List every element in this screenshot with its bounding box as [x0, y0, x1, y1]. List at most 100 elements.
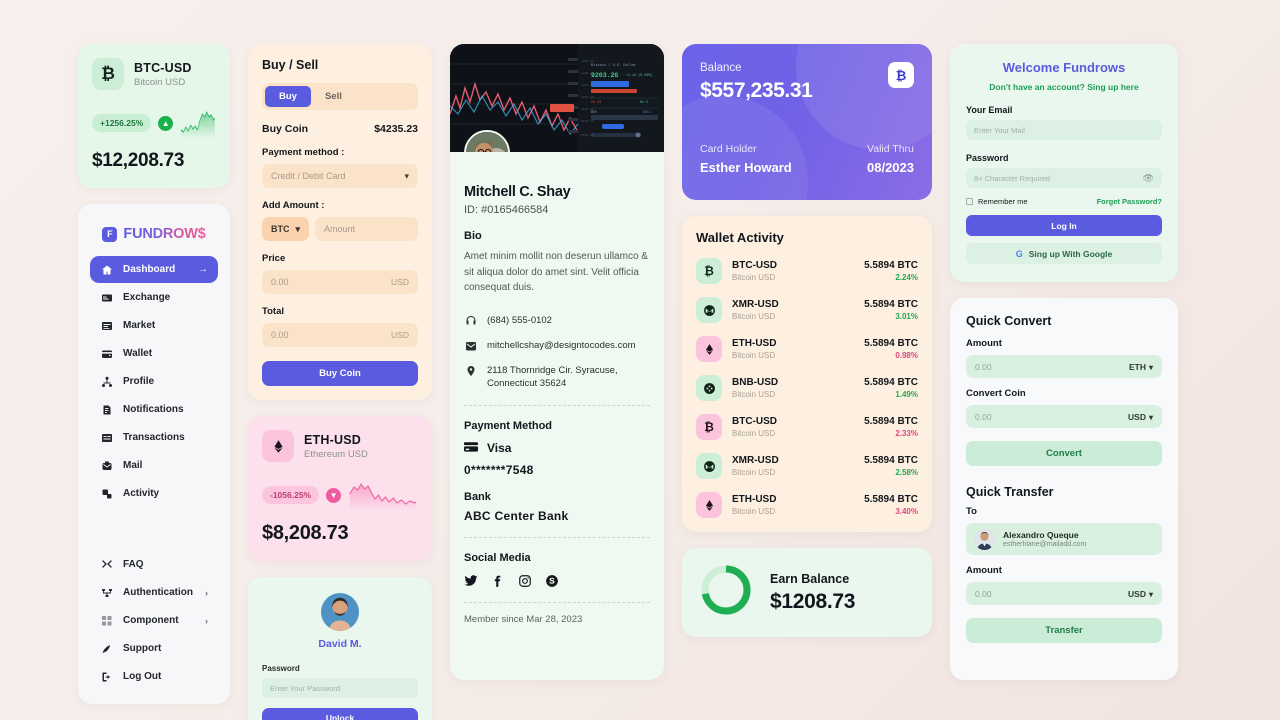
- list-item[interactable]: XMR-USD Bitcoin USD 5.5894 BTC 2.58%: [696, 453, 918, 479]
- list-item[interactable]: ₿ BTC-USD Bitcoin USD 5.5894 BTC 2.24%: [696, 258, 918, 284]
- sidebar-item-dashboard[interactable]: Dashboard →: [90, 256, 218, 283]
- list-item-symbol: XMR-USD: [732, 455, 779, 466]
- authentication-icon: [100, 586, 113, 599]
- sidebar-item-wallet[interactable]: Wallet: [90, 340, 218, 367]
- notifications-icon: [100, 403, 113, 416]
- instagram-icon[interactable]: [518, 574, 532, 588]
- faq-icon: [100, 558, 113, 571]
- list-item-change: 2.58%: [895, 468, 918, 477]
- email-field[interactable]: Enter Your Mail: [966, 120, 1162, 140]
- skype-icon[interactable]: [545, 574, 559, 588]
- coin-card-stats: -1056.25% ▼: [262, 480, 418, 510]
- sidebar-item-market[interactable]: Market: [90, 312, 218, 339]
- sidebar-item-support[interactable]: Support: [90, 635, 218, 662]
- coin-symbol: BTC-USD: [134, 60, 192, 75]
- buy-coin-row: Buy Coin $4235.23: [262, 123, 418, 135]
- currency-select[interactable]: BTC ▾: [262, 217, 310, 241]
- list-item[interactable]: XMR-USD Bitcoin USD 5.5894 BTC 3.01%: [696, 297, 918, 323]
- convert-amount-input[interactable]: 0.00 ETH ▾: [966, 355, 1162, 378]
- sidebar-item-mail[interactable]: Mail: [90, 452, 218, 479]
- sidebar-item-label: Exchange: [123, 292, 171, 303]
- total-input[interactable]: 0.00 USD: [262, 323, 418, 347]
- sidebar-nav: Dashboard → Exchange Market Wallet Profi…: [90, 256, 218, 690]
- eye-off-icon[interactable]: 👁: [1143, 173, 1154, 184]
- avatar: [321, 593, 359, 631]
- list-item[interactable]: ₿ BTC-USD Bitcoin USD 5.5894 BTC 2.33%: [696, 414, 918, 440]
- password-field[interactable]: 8+ Character Required 👁: [966, 168, 1162, 188]
- right-column: Welcome Fundrows Don't have an account? …: [950, 44, 1178, 680]
- transfer-recipient[interactable]: Alexandro Queque estherhlane@mailadd.com: [966, 523, 1162, 555]
- sidebar-item-profile[interactable]: Profile: [90, 368, 218, 395]
- list-item-amount: 5.5894 BTC: [864, 455, 918, 466]
- buy-sell-column: Buy / Sell Buy Sell Buy Coin $4235.23 Pa…: [248, 44, 432, 720]
- monero-icon: [696, 453, 722, 479]
- transfer-amount-currency[interactable]: USD ▾: [1128, 589, 1153, 599]
- profile-email: mitchellcshay@designtocodes.com: [487, 339, 636, 351]
- earn-text: Earn Balance $1208.73: [770, 572, 856, 614]
- list-item-amount: 5.5894 BTC: [864, 338, 918, 349]
- signup-link[interactable]: Sing up here: [1087, 82, 1138, 92]
- list-item[interactable]: BNB-USD Bitcoin USD 5.5894 BTC 1.49%: [696, 375, 918, 401]
- list-item-values: 5.5894 BTC 2.58%: [864, 455, 918, 477]
- convert-coin-input[interactable]: 0.00 USD ▾: [966, 405, 1162, 428]
- convert-coin-currency[interactable]: USD ▾: [1128, 412, 1153, 422]
- total-unit: USD: [391, 330, 409, 340]
- sidebar-item-transactions[interactable]: Transactions: [90, 424, 218, 451]
- sparkline-down-chart: [348, 480, 418, 510]
- svg-text:1180.22: 1180.22: [581, 108, 594, 111]
- coin-card-eth[interactable]: ETH-USD Ethereum USD -1056.25% ▼ $8,208.…: [248, 416, 432, 561]
- sidebar-item-notifications[interactable]: Notifications: [90, 396, 218, 423]
- transfer-amount-input[interactable]: 0.00 USD ▾: [966, 582, 1162, 605]
- sidebar-item-authentication[interactable]: Authentication ›: [90, 579, 218, 606]
- profile-cover-image: Bitcoin / U.S. Dollar 9203.2G +1.14 (0.2…: [450, 44, 664, 152]
- price-input[interactable]: 0.00 USD: [262, 270, 418, 294]
- login-options-row: Remember me Forget Password?: [966, 197, 1162, 206]
- tab-buy[interactable]: Buy: [265, 86, 311, 107]
- unlock-button[interactable]: Unlock: [262, 708, 418, 720]
- forgot-password-link[interactable]: Forget Password?: [1097, 197, 1162, 206]
- sidebar-item-activity[interactable]: Activity: [90, 480, 218, 507]
- sidebar-item-component[interactable]: Component ›: [90, 607, 218, 634]
- sidebar-item-exchange[interactable]: Exchange: [90, 284, 218, 311]
- profile-details: Mitchell C. Shay ID: #0165466584 Bio Ame…: [450, 152, 664, 639]
- list-item-titles: BTC-USD Bitcoin USD: [732, 260, 777, 282]
- profile-card: Bitcoin / U.S. Dollar 9203.2G +1.14 (0.2…: [450, 44, 664, 680]
- list-item-symbol: BNB-USD: [732, 377, 779, 388]
- coin-card-btc[interactable]: ₿ BTC-USD Bitcoin USD +1256.25% ▲ $12,20…: [78, 44, 230, 188]
- recipient-email: estherhlane@mailadd.com: [1003, 541, 1087, 548]
- list-item-symbol: ETH-USD: [732, 494, 777, 505]
- list-item-titles: XMR-USD Bitcoin USD: [732, 299, 779, 321]
- list-item-values: 5.5894 BTC 0.98%: [864, 338, 918, 360]
- social-links: [464, 574, 650, 588]
- profile-column: Bitcoin / U.S. Dollar 9203.2G +1.14 (0.2…: [450, 44, 664, 680]
- ethereum-icon: [696, 336, 722, 362]
- twitter-icon[interactable]: [464, 574, 478, 588]
- sidebar-item-logout[interactable]: Log Out: [90, 663, 218, 690]
- sidebar-item-faq[interactable]: FAQ: [90, 551, 218, 578]
- google-signup-button[interactable]: G Sing up With Google: [966, 243, 1162, 264]
- convert-amount-currency[interactable]: ETH ▾: [1129, 362, 1153, 372]
- earn-progress-ring: [698, 562, 754, 623]
- avatar: [974, 528, 995, 550]
- sparkline-up-chart: [180, 108, 216, 138]
- sidebar-item-label: Market: [123, 320, 156, 331]
- profile-phone: (684) 555-0102: [487, 314, 552, 326]
- sidebar-item-label: Dashboard: [123, 264, 176, 275]
- monero-icon: [696, 297, 722, 323]
- list-item[interactable]: ETH-USD Bitcoin USD 5.5894 BTC 3.40%: [696, 492, 918, 518]
- remember-me-checkbox[interactable]: [966, 198, 973, 205]
- tab-sell[interactable]: Sell: [311, 86, 356, 107]
- list-item-titles: XMR-USD Bitcoin USD: [732, 455, 779, 477]
- facebook-icon[interactable]: [491, 574, 505, 588]
- login-button[interactable]: Log In: [966, 215, 1162, 236]
- buy-coin-button[interactable]: Buy Coin: [262, 361, 418, 386]
- unlock-password-input[interactable]: Enter Your Password: [262, 678, 418, 698]
- svg-text:9203.2G: 9203.2G: [591, 72, 618, 79]
- amount-input[interactable]: Amount: [315, 217, 418, 241]
- payment-method-select[interactable]: Credit / Debit Card ▾: [262, 164, 418, 188]
- list-item[interactable]: ETH-USD Bitcoin USD 5.5894 BTC 0.98%: [696, 336, 918, 362]
- transfer-button[interactable]: Transfer: [966, 618, 1162, 643]
- brand-logo[interactable]: F FUNDROW$: [90, 226, 218, 242]
- convert-button[interactable]: Convert: [966, 441, 1162, 466]
- profile-address: 2118 Thornridge Cir. Syracuse, Connectic…: [487, 365, 618, 390]
